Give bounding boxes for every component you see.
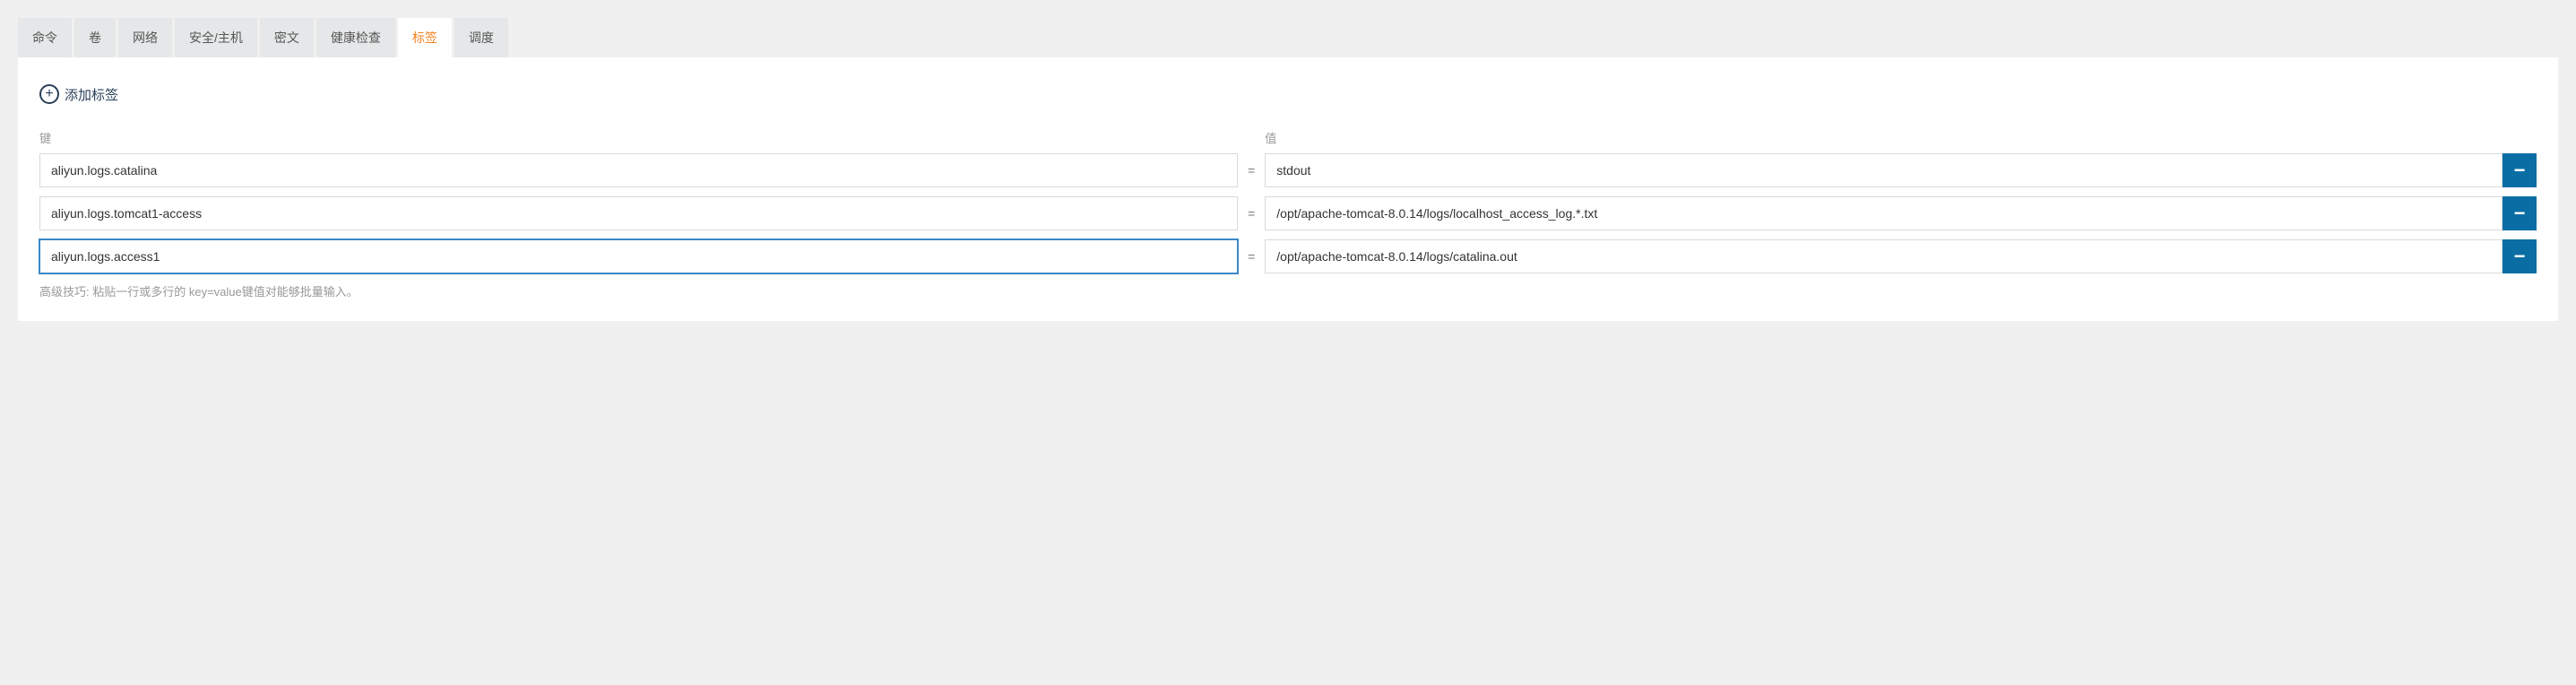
minus-icon: − <box>2514 160 2526 180</box>
label-row: = − <box>39 196 2537 230</box>
labels-panel: + 添加标签 键 值 = − = − = − 高级技巧: 粘贴一行或多行 <box>18 57 2558 321</box>
tab-volumes[interactable]: 卷 <box>74 18 116 57</box>
minus-icon: − <box>2514 247 2526 266</box>
equals-sign: = <box>1248 249 1255 264</box>
tab-command[interactable]: 命令 <box>18 18 72 57</box>
remove-row-button[interactable]: − <box>2503 153 2537 187</box>
label-row: = − <box>39 239 2537 273</box>
key-input[interactable] <box>39 196 1238 230</box>
equals-sign: = <box>1248 206 1255 221</box>
key-input[interactable] <box>39 239 1238 273</box>
label-row: = − <box>39 153 2537 187</box>
tab-network[interactable]: 网络 <box>118 18 172 57</box>
tabs-bar: 命令 卷 网络 安全/主机 密文 健康检查 标签 调度 <box>18 18 2558 57</box>
plus-icon: + <box>39 84 59 104</box>
hint-text: 高级技巧: 粘贴一行或多行的 key=value键值对能够批量输入。 <box>39 282 2537 299</box>
header-key: 键 <box>39 129 1238 146</box>
tab-labels[interactable]: 标签 <box>398 18 452 57</box>
value-input[interactable] <box>1265 239 2503 273</box>
value-input[interactable] <box>1265 153 2503 187</box>
equals-sign: = <box>1248 163 1255 178</box>
tab-healthcheck[interactable]: 健康检查 <box>316 18 395 57</box>
add-label-text: 添加标签 <box>65 85 118 104</box>
header-value: 值 <box>1265 129 2503 146</box>
remove-row-button[interactable]: − <box>2503 239 2537 273</box>
column-headers: 键 值 <box>39 129 2537 146</box>
minus-icon: − <box>2514 204 2526 223</box>
key-input[interactable] <box>39 153 1238 187</box>
value-input[interactable] <box>1265 196 2503 230</box>
add-label-button[interactable]: + 添加标签 <box>39 84 2537 104</box>
tab-scheduling[interactable]: 调度 <box>454 18 508 57</box>
tab-security-host[interactable]: 安全/主机 <box>175 18 257 57</box>
labels-panel-wrapper: 命令 卷 网络 安全/主机 密文 健康检查 标签 调度 + 添加标签 键 值 =… <box>18 18 2558 321</box>
remove-row-button[interactable]: − <box>2503 196 2537 230</box>
tab-secrets[interactable]: 密文 <box>260 18 314 57</box>
